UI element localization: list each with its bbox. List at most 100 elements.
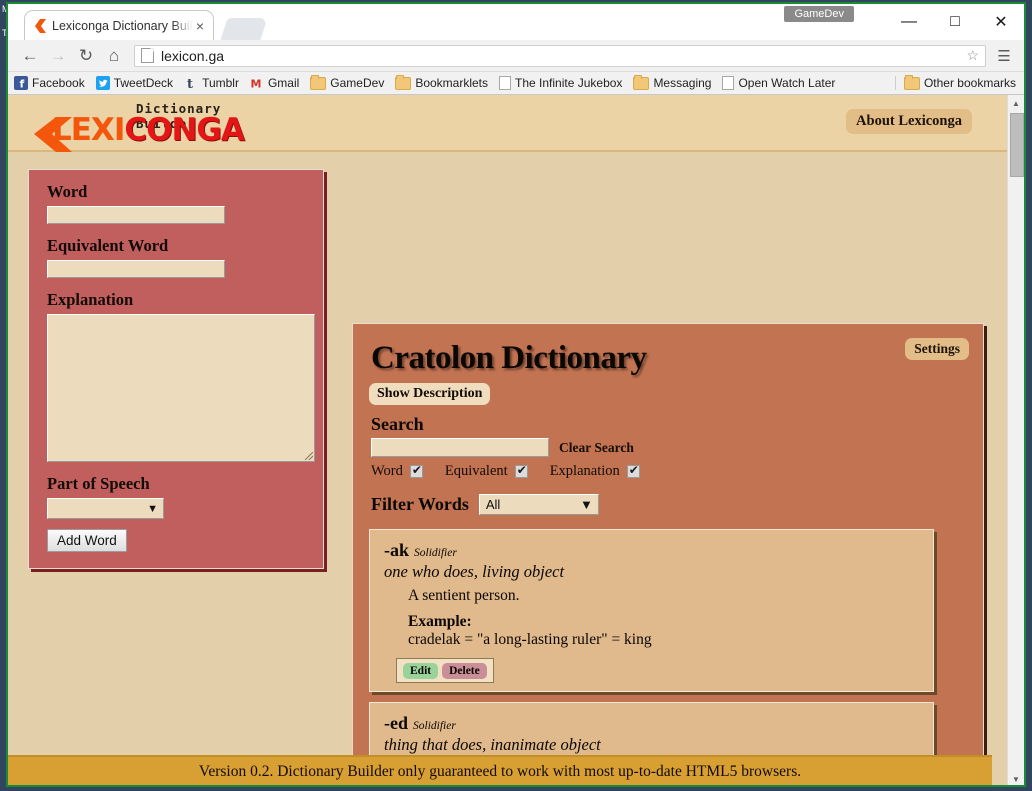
tab-title: Lexiconga Dictionary Build (52, 18, 193, 33)
search-input[interactable] (371, 438, 549, 457)
forward-icon[interactable]: → (44, 42, 72, 70)
other-bookmarks-folder[interactable]: Other bookmarks (903, 74, 1016, 90)
bookmark-tumblr[interactable]: t Tumblr (184, 76, 239, 90)
svg-text:f: f (20, 78, 25, 91)
bookmark-infinite-jukebox[interactable]: The Infinite Jukebox (499, 76, 622, 90)
folder-icon (903, 74, 920, 90)
entry-part-of-speech: Solidifier (413, 720, 456, 732)
page-viewport: Dictionary Builder LEXICONGA About Lexic… (8, 95, 1024, 785)
maximize-icon[interactable]: □ (932, 4, 978, 40)
new-tab-button[interactable] (220, 18, 268, 40)
show-description-button[interactable]: Show Description (369, 383, 491, 405)
chrome-menu-icon[interactable]: ☰ (992, 47, 1016, 65)
minimize-icon[interactable]: — (886, 4, 932, 40)
search-row: Clear Search (371, 438, 967, 457)
part-of-speech-label: Part of Speech (47, 474, 150, 493)
chevron-down-icon: ▼ (579, 497, 593, 512)
bookmark-gmail[interactable]: M Gmail (250, 76, 299, 90)
bookmarks-divider (895, 76, 896, 90)
address-bar[interactable]: lexicon.ga ☆ (134, 44, 986, 67)
settings-button[interactable]: Settings (905, 338, 969, 360)
entry-word: -ak (384, 540, 410, 560)
dictionary-entries: -ak Solidifier one who does, living objec… (369, 529, 967, 785)
page-icon (141, 48, 154, 63)
site-header: Dictionary Builder LEXICONGA About Lexic… (8, 95, 1024, 152)
bookmarks-bar: f Facebook TweetDeck t Tumblr M Gmail Ga… (8, 72, 1024, 95)
dictionary-panel: Settings Cratolon Dictionary Show Descri… (352, 323, 984, 785)
search-label: Search (371, 414, 424, 434)
window-controls: — □ ✕ (886, 4, 1024, 40)
search-field-checkboxes: Word Equivalent Explanation (371, 463, 967, 480)
bookmark-gamedev-folder[interactable]: GameDev (310, 74, 384, 90)
word-label: Word (47, 182, 88, 201)
entry-explanation: A sentient person. (408, 587, 520, 604)
part-of-speech-select[interactable]: ▼ (47, 498, 164, 519)
word-input[interactable] (47, 206, 225, 224)
back-icon[interactable]: ← (16, 42, 44, 70)
filter-selected-value: All (485, 497, 501, 512)
lexiconga-favicon (35, 18, 46, 33)
gmail-icon: M (250, 76, 264, 91)
window-label-badge: GameDev (784, 6, 854, 22)
bookmark-label: Tumblr (202, 76, 239, 90)
checkbox-equivalent-box[interactable] (514, 463, 528, 478)
logo-wordmark: LEXICONGA (52, 115, 245, 146)
browser-tab[interactable]: Lexiconga Dictionary Build × (24, 10, 214, 40)
delete-button[interactable]: Delete (442, 663, 487, 679)
entry-example: cradelak = "a long-lasting ruler" = king (408, 631, 652, 648)
bookmark-messaging-folder[interactable]: Messaging (633, 74, 712, 90)
scroll-down-icon[interactable]: ▼ (1008, 771, 1024, 785)
checkbox-word[interactable]: Word (371, 463, 423, 480)
equivalent-word-input[interactable] (47, 260, 225, 278)
checkbox-explanation[interactable]: Explanation (550, 463, 640, 480)
entry-example-label: Example: (408, 613, 472, 630)
dictionary-title: Cratolon Dictionary (371, 340, 647, 376)
bookmark-label: The Infinite Jukebox (515, 76, 623, 90)
facebook-icon: f (14, 76, 28, 90)
tumblr-icon: t (184, 76, 198, 90)
bookmark-label: Gmail (267, 76, 300, 90)
checkbox-explanation-box[interactable] (626, 463, 640, 478)
clear-search-button[interactable]: Clear Search (559, 440, 634, 456)
bookmark-label: Bookmarklets (415, 76, 489, 90)
folder-icon (395, 74, 412, 90)
scrollbar-thumb[interactable] (1010, 113, 1024, 177)
bookmark-tweetdeck[interactable]: TweetDeck (95, 76, 174, 90)
page-icon (722, 76, 735, 90)
bookmark-label: Messaging (653, 76, 712, 90)
url-text: lexicon.ga (161, 47, 225, 64)
scroll-up-icon[interactable]: ▲ (1008, 95, 1024, 111)
browser-titlebar: Lexiconga Dictionary Build × GameDev — □… (8, 4, 1024, 40)
equivalent-word-label: Equivalent Word (47, 236, 169, 255)
close-window-icon[interactable]: ✕ (978, 4, 1024, 40)
bookmark-bookmarklets-folder[interactable]: Bookmarklets (395, 74, 489, 90)
explanation-label: Explanation (47, 290, 134, 309)
folder-icon (633, 74, 650, 90)
entry-headline: -ak Solidifier (384, 540, 919, 561)
entry-headline: -ed Solidifier (384, 713, 919, 734)
entry-actions: Edit Delete (396, 658, 494, 683)
home-icon[interactable]: ⌂ (100, 42, 128, 70)
filter-words-select[interactable]: All ▼ (478, 494, 599, 515)
checkbox-label: Word (371, 463, 403, 479)
explanation-textarea[interactable] (47, 314, 315, 462)
checkbox-equivalent[interactable]: Equivalent (445, 463, 528, 480)
chevron-down-icon: ▼ (147, 502, 158, 515)
bookmark-label: TweetDeck (113, 76, 174, 90)
dictionary-entry: -ak Solidifier one who does, living objec… (369, 529, 934, 692)
tab-close-icon[interactable]: × (193, 19, 207, 33)
about-lexiconga-button[interactable]: About Lexiconga (846, 109, 972, 134)
edit-button[interactable]: Edit (403, 663, 439, 679)
add-word-button[interactable]: Add Word (47, 529, 127, 552)
checkbox-label: Explanation (549, 463, 620, 479)
bookmark-star-icon[interactable]: ☆ (966, 47, 979, 64)
browser-window: Lexiconga Dictionary Build × GameDev — □… (6, 2, 1026, 787)
folder-icon (310, 74, 327, 90)
page-scrollbar[interactable]: ▲ ▼ (1007, 95, 1024, 785)
bookmark-facebook[interactable]: f Facebook (14, 76, 85, 90)
page-icon (499, 76, 512, 90)
reload-icon[interactable]: ↻ (72, 42, 100, 70)
entry-definition: thing that does, inanimate object (384, 735, 601, 754)
bookmark-open-watch-later[interactable]: Open Watch Later (722, 76, 835, 90)
checkbox-word-box[interactable] (409, 463, 423, 478)
